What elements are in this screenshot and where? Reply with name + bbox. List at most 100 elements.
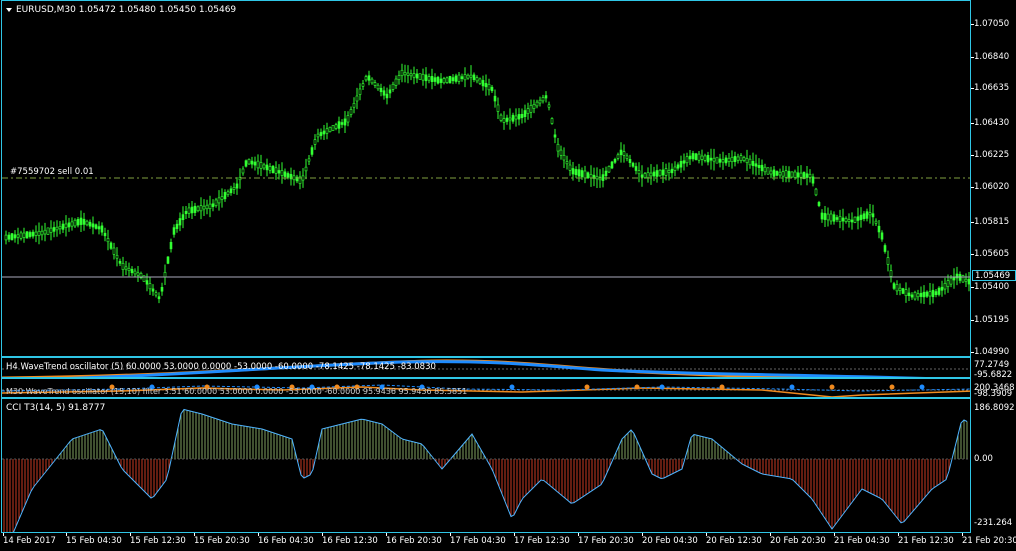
candle-body bbox=[280, 170, 284, 176]
candle-body bbox=[265, 164, 269, 171]
candle-body bbox=[439, 78, 443, 83]
candle-body bbox=[442, 78, 446, 84]
candle-body bbox=[160, 287, 164, 292]
candle-body bbox=[460, 76, 464, 79]
candle-body bbox=[544, 95, 548, 99]
candle-body bbox=[169, 242, 173, 250]
candle-body bbox=[832, 214, 836, 222]
price-tick-label: 1.05195 bbox=[974, 315, 1010, 325]
wavetrend-m30-signal-dot bbox=[719, 384, 725, 390]
wavetrend-h4-pane[interactable]: H4 WaveTrend oscillator (5) 60.0000 53.0… bbox=[1, 357, 971, 378]
price-chart-canvas bbox=[2, 63, 970, 305]
wavetrend-m30-signal-dot bbox=[584, 384, 590, 390]
candle-body bbox=[739, 155, 743, 161]
candle-body bbox=[649, 172, 653, 177]
time-tick-label: 21 Feb 12:30 bbox=[898, 536, 954, 546]
indicator-tick-label: 0.00 bbox=[974, 454, 993, 464]
candle-body bbox=[364, 76, 368, 81]
candle-body bbox=[907, 292, 911, 297]
candle-body bbox=[964, 278, 968, 282]
current-price-badge: 1.05469 bbox=[972, 270, 1016, 281]
candle-body bbox=[721, 159, 725, 163]
candle-body bbox=[310, 147, 314, 155]
candle-body bbox=[637, 170, 641, 175]
candle-body bbox=[190, 206, 194, 214]
candle-body bbox=[43, 229, 47, 235]
candle-body bbox=[259, 162, 263, 169]
candle-body bbox=[673, 166, 677, 171]
candle-body bbox=[865, 211, 869, 219]
candle-body bbox=[286, 173, 290, 178]
candle-body bbox=[919, 292, 923, 297]
candle-body bbox=[706, 155, 710, 163]
candle-body bbox=[403, 72, 407, 76]
candle-body bbox=[340, 122, 344, 125]
time-tick-label: 20 Feb 04:30 bbox=[642, 536, 698, 546]
candle-body bbox=[571, 168, 575, 175]
candle-body bbox=[733, 156, 737, 163]
order-line-label: #7559702 sell 0.01 bbox=[10, 167, 94, 177]
candle-body bbox=[487, 83, 491, 91]
candle-body bbox=[205, 204, 209, 210]
candle-body bbox=[31, 231, 35, 237]
time-axis[interactable]: 14 Feb 2017 15 Feb 04:30 15 Feb 12:30 15 Fe… bbox=[0, 533, 1016, 551]
indicator-tick-label: 186.8092 bbox=[974, 403, 1015, 413]
indicator-tick-label: -231.264 bbox=[974, 518, 1013, 528]
wavetrend-h4-label: H4 WaveTrend oscillator (5) 60.0000 53.0… bbox=[6, 362, 436, 372]
candle-body bbox=[757, 165, 761, 168]
candle-body bbox=[187, 207, 191, 214]
candle-body bbox=[595, 176, 599, 180]
candle-body bbox=[514, 115, 518, 120]
candle-body bbox=[547, 104, 551, 108]
price-axis[interactable]: 1.07050 1.06840 1.06635 1.06430 1.06225 1.060… bbox=[971, 0, 1016, 533]
candle-body bbox=[784, 170, 788, 178]
candle-body bbox=[223, 192, 227, 200]
candle-body bbox=[271, 165, 275, 174]
candle-body bbox=[478, 78, 482, 84]
candle-body bbox=[268, 166, 272, 171]
candle-body bbox=[679, 161, 683, 168]
price-tick-label: 1.07050 bbox=[974, 19, 1010, 29]
candle-body bbox=[805, 173, 809, 178]
candle-body bbox=[346, 115, 350, 123]
candle-body bbox=[904, 289, 908, 296]
candle-body bbox=[13, 234, 17, 239]
candle-body bbox=[946, 280, 950, 287]
candle-body bbox=[247, 158, 251, 165]
candle-body bbox=[484, 83, 488, 88]
indicator-tick-label: 77.2749 bbox=[974, 360, 1010, 370]
candle-body bbox=[388, 89, 392, 94]
cci-pane[interactable]: CCI T3(14, 5) 91.8777 bbox=[1, 398, 971, 533]
candle-body bbox=[922, 291, 926, 298]
candle-body bbox=[820, 212, 824, 220]
candle-body bbox=[583, 170, 587, 179]
candle-body bbox=[511, 114, 515, 122]
candle-body bbox=[112, 247, 116, 255]
candle-body bbox=[811, 176, 815, 184]
candle-body bbox=[253, 161, 257, 166]
candle-body bbox=[292, 175, 296, 181]
candle-body bbox=[100, 225, 104, 233]
candle-body bbox=[235, 183, 239, 189]
dropdown-arrow-icon[interactable] bbox=[6, 7, 12, 12]
candle-body bbox=[613, 158, 617, 163]
price-chart-pane[interactable]: EURUSD,M30 1.05472 1.05480 1.05450 1.054… bbox=[1, 0, 971, 357]
wavetrend-m30-signal-dot bbox=[889, 384, 895, 390]
wavetrend-m30-pane[interactable]: M30 WaveTrend oscillator (15,10) filter … bbox=[1, 378, 971, 398]
candle-body bbox=[664, 168, 668, 176]
indicator-tick-label: -98.3909 bbox=[974, 389, 1013, 399]
candle-body bbox=[469, 74, 473, 78]
candle-body bbox=[622, 151, 626, 156]
candle-body bbox=[799, 172, 803, 178]
candle-body bbox=[76, 218, 80, 226]
candle-body bbox=[58, 226, 62, 230]
candle-body bbox=[526, 108, 530, 114]
candle-body bbox=[556, 143, 560, 152]
candle-body bbox=[277, 170, 281, 174]
candle-body bbox=[382, 90, 386, 96]
candle-body bbox=[796, 172, 800, 178]
candle-body bbox=[355, 95, 359, 102]
candle-body bbox=[856, 216, 860, 221]
candle-body bbox=[106, 238, 110, 243]
candle-body bbox=[874, 220, 878, 224]
